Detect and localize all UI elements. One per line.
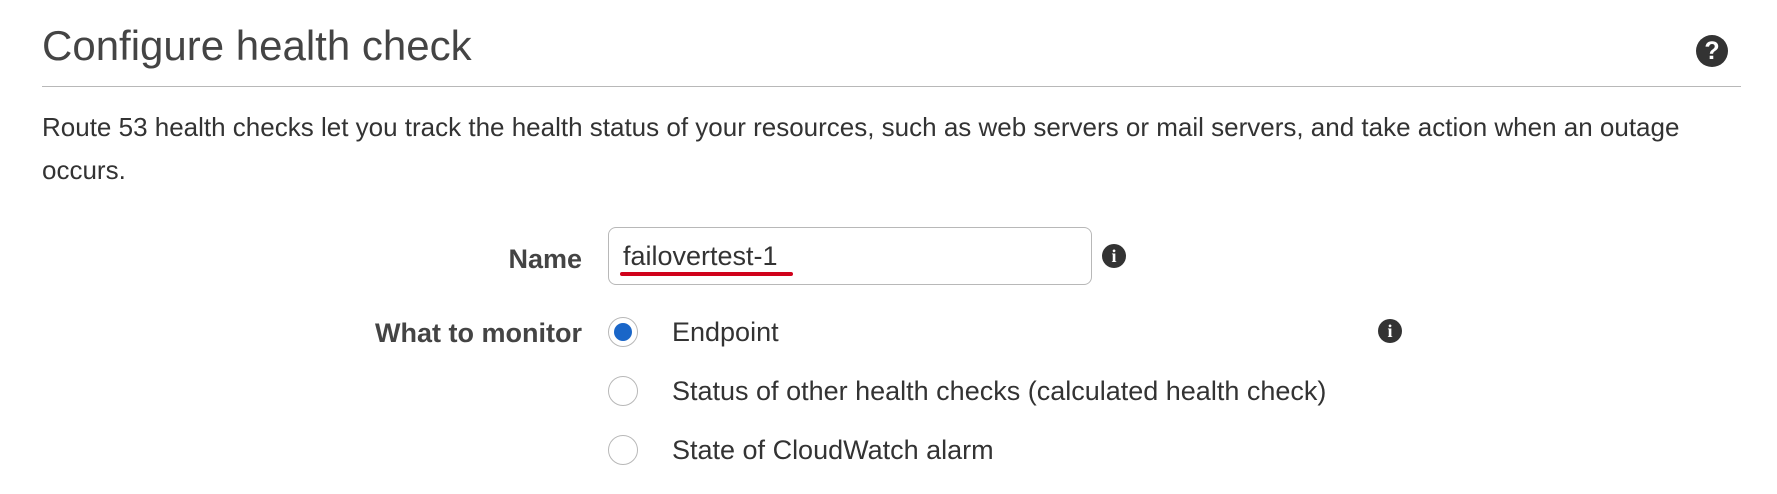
info-icon[interactable]: i: [1102, 244, 1126, 268]
section-description: Route 53 health checks let you track the…: [42, 112, 1680, 185]
name-input[interactable]: [608, 227, 1092, 285]
annotation-underline: [620, 272, 793, 276]
radio-button-cloudwatch[interactable]: [608, 435, 638, 465]
info-icon[interactable]: i: [1378, 319, 1402, 343]
monitor-option-calculated[interactable]: Status of other health checks (calculate…: [608, 375, 1326, 407]
radio-label-calculated: Status of other health checks (calculate…: [672, 375, 1327, 406]
page-title: Configure health check: [42, 22, 472, 69]
radio-label-endpoint: Endpoint: [672, 316, 779, 347]
name-label: Name: [508, 244, 582, 274]
section-header: Configure health check ?: [42, 18, 1741, 87]
question-circle-icon[interactable]: ?: [1696, 35, 1728, 67]
monitor-option-endpoint[interactable]: Endpoint: [608, 316, 779, 348]
monitor-option-cloudwatch[interactable]: State of CloudWatch alarm: [608, 434, 994, 466]
radio-button-calculated[interactable]: [608, 376, 638, 406]
radio-button-endpoint[interactable]: [608, 317, 638, 347]
radio-label-cloudwatch: State of CloudWatch alarm: [672, 434, 994, 465]
configure-health-check-section: Configure health check ? Route 53 health…: [42, 0, 1741, 494]
what-to-monitor-label: What to monitor: [375, 318, 582, 348]
